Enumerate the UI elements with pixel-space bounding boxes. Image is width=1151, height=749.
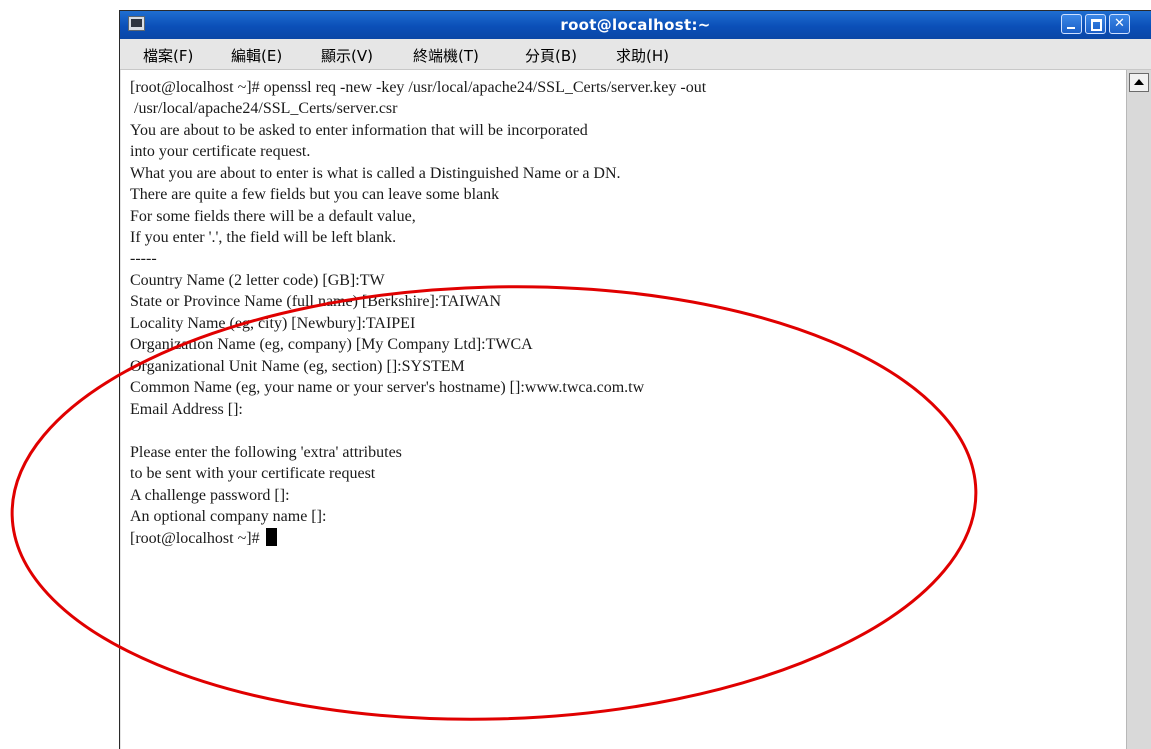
- terminal-window: root@localhost:~ ✕ 檔案(F) 編輯(E) 顯示(V) 終端機…: [119, 10, 1151, 749]
- terminal-line: Organizational Unit Name (eg, section) […: [130, 358, 465, 375]
- terminal-line: into your certificate request.: [130, 143, 311, 160]
- terminal-cursor: [265, 528, 277, 546]
- menu-file[interactable]: 檔案(F): [143, 45, 193, 66]
- terminal-line: Please enter the following 'extra' attri…: [130, 444, 402, 461]
- menu-help[interactable]: 求助(H): [616, 45, 669, 66]
- terminal-line: /usr/local/apache24/SSL_Certs/server.csr: [130, 100, 398, 117]
- terminal-line: Locality Name (eg, city) [Newbury]:TAIPE…: [130, 315, 416, 332]
- vertical-scrollbar[interactable]: [1126, 70, 1151, 749]
- terminal-line: State or Province Name (full name) [Berk…: [130, 293, 502, 310]
- terminal-line: Common Name (eg, your name or your serve…: [130, 379, 645, 396]
- maximize-icon[interactable]: [1085, 14, 1106, 34]
- terminal-line: If you enter '.', the field will be left…: [130, 229, 397, 246]
- terminal-line: Country Name (2 letter code) [GB]:TW: [130, 272, 385, 289]
- terminal-line: There are quite a few fields but you can…: [130, 186, 500, 203]
- terminal-line: [root@localhost ~]# openssl req -new -ke…: [130, 79, 707, 96]
- terminal-prompt-line: [root@localhost ~]#: [130, 528, 277, 549]
- menu-bar: 檔案(F) 編輯(E) 顯示(V) 終端機(T) 分頁(B) 求助(H): [120, 39, 1151, 70]
- menu-view[interactable]: 顯示(V): [321, 45, 373, 66]
- scroll-up-arrow-icon[interactable]: [1129, 73, 1149, 92]
- terminal-line: Organization Name (eg, company) [My Comp…: [130, 336, 533, 353]
- terminal-line: -----: [130, 250, 157, 267]
- terminal-line: For some fields there will be a default …: [130, 208, 416, 225]
- terminal-line: A challenge password []:: [130, 487, 290, 504]
- terminal-line: You are about to be asked to enter infor…: [130, 122, 588, 139]
- terminal-line: Email Address []:: [130, 401, 243, 418]
- terminal-line: to be sent with your certificate request: [130, 465, 376, 482]
- terminal-output[interactable]: [root@localhost ~]# openssl req -new -ke…: [121, 70, 1126, 749]
- close-icon[interactable]: ✕: [1109, 14, 1130, 34]
- menu-terminal[interactable]: 終端機(T): [413, 45, 479, 66]
- terminal-line: An optional company name []:: [130, 508, 327, 525]
- window-title: root@localhost:~: [560, 16, 711, 34]
- minimize-icon[interactable]: [1061, 14, 1082, 34]
- menu-edit[interactable]: 編輯(E): [231, 45, 282, 66]
- terminal-line: What you are about to enter is what is c…: [130, 165, 621, 182]
- terminal-prompt: [root@localhost ~]#: [130, 530, 264, 547]
- menu-tabs[interactable]: 分頁(B): [525, 45, 577, 66]
- title-bar[interactable]: root@localhost:~ ✕: [120, 11, 1151, 39]
